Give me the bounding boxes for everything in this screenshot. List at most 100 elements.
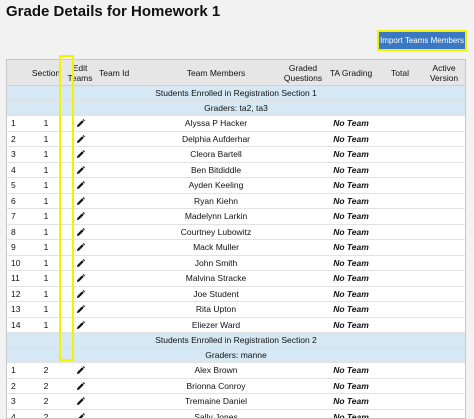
col-header-total[interactable]: Total	[377, 60, 423, 86]
active-version-cell	[423, 409, 465, 418]
pencil-icon[interactable]	[76, 304, 85, 314]
table-row: 14 1 Eliezer Ward No Team	[7, 317, 465, 333]
row-number: 5	[7, 177, 29, 194]
pencil-icon[interactable]	[76, 396, 85, 406]
pencil-icon[interactable]	[76, 289, 85, 299]
row-section: 1	[29, 224, 63, 240]
active-version-cell	[423, 393, 465, 410]
row-section: 1	[29, 301, 63, 318]
row-number: 14	[7, 317, 29, 333]
pencil-icon[interactable]	[76, 165, 85, 175]
pencil-icon[interactable]	[76, 196, 85, 206]
active-version-cell	[423, 239, 465, 256]
edit-team-button[interactable]	[63, 177, 97, 194]
graders-label: Graders: ta2, ta3	[7, 100, 465, 116]
graded-questions-cell	[281, 177, 325, 194]
edit-team-button[interactable]	[63, 317, 97, 333]
graded-questions-cell	[281, 162, 325, 178]
edit-team-button[interactable]	[63, 270, 97, 287]
edit-team-button[interactable]	[63, 378, 97, 394]
graded-questions-cell	[281, 270, 325, 287]
team-member-name: Ayden Keeling	[151, 177, 281, 194]
pencil-icon[interactable]	[76, 180, 85, 190]
col-header-active-version[interactable]: Active Version	[423, 60, 465, 86]
edit-team-button[interactable]	[63, 301, 97, 318]
row-section: 1	[29, 208, 63, 225]
col-header-ta-grading[interactable]: TA Grading	[325, 60, 377, 86]
team-id-cell	[97, 286, 151, 302]
edit-team-button[interactable]	[63, 146, 97, 163]
graders-row: Graders: ta2, ta3	[7, 100, 465, 116]
team-member-name: Alyssa P Hacker	[151, 115, 281, 132]
active-version-cell	[423, 270, 465, 287]
pencil-icon[interactable]	[76, 149, 85, 159]
table-row: 9 1 Mack Muller No Team	[7, 239, 465, 256]
team-id-cell	[97, 224, 151, 240]
row-number: 1	[7, 115, 29, 132]
edit-team-button[interactable]	[63, 362, 97, 379]
pencil-icon[interactable]	[76, 227, 85, 237]
pencil-icon[interactable]	[76, 118, 85, 128]
active-version-cell	[423, 301, 465, 318]
graded-questions-cell	[281, 393, 325, 410]
team-member-name: Ben Bitdiddle	[151, 162, 281, 178]
col-header-section[interactable]: Section	[29, 60, 63, 86]
edit-team-button[interactable]	[63, 162, 97, 178]
pencil-icon[interactable]	[76, 381, 85, 391]
pencil-icon[interactable]	[76, 258, 85, 268]
active-version-cell	[423, 208, 465, 225]
edit-team-button[interactable]	[63, 393, 97, 410]
table-header-row: Section Edit Teams Team Id Team Members …	[7, 60, 465, 86]
table-row: 2 2 Brionna Conroy No Team	[7, 378, 465, 394]
total-cell	[377, 393, 423, 410]
ta-grading-cell: No Team	[325, 115, 377, 132]
pencil-icon[interactable]	[76, 211, 85, 221]
table-row: 5 1 Ayden Keeling No Team	[7, 177, 465, 194]
edit-team-button[interactable]	[63, 255, 97, 271]
col-header-team-id[interactable]: Team Id	[97, 60, 151, 86]
import-team-members-button[interactable]: Import Teams Members	[377, 30, 467, 51]
edit-team-button[interactable]	[63, 409, 97, 418]
row-number: 6	[7, 193, 29, 209]
row-section: 1	[29, 131, 63, 147]
pencil-icon[interactable]	[76, 365, 85, 375]
ta-grading-cell: No Team	[325, 208, 377, 225]
graded-questions-cell	[281, 286, 325, 302]
edit-team-button[interactable]	[63, 131, 97, 147]
col-header-graded-questions[interactable]: Graded Questions	[281, 60, 325, 86]
edit-team-button[interactable]	[63, 193, 97, 209]
table-row: 13 1 Rita Upton No Team	[7, 301, 465, 318]
team-id-cell	[97, 362, 151, 379]
edit-team-button[interactable]	[63, 286, 97, 302]
row-number: 12	[7, 286, 29, 302]
col-header-team-members[interactable]: Team Members	[151, 60, 281, 86]
graders-row: Graders: manne	[7, 347, 465, 363]
edit-team-button[interactable]	[63, 115, 97, 132]
pencil-icon[interactable]	[76, 134, 85, 144]
pencil-icon[interactable]	[76, 242, 85, 252]
total-cell	[377, 115, 423, 132]
ta-grading-cell: No Team	[325, 177, 377, 194]
team-id-cell	[97, 378, 151, 394]
ta-grading-cell: No Team	[325, 255, 377, 271]
ta-grading-cell: No Team	[325, 239, 377, 256]
edit-team-button[interactable]	[63, 208, 97, 225]
active-version-cell	[423, 378, 465, 394]
active-version-cell	[423, 115, 465, 132]
active-version-cell	[423, 224, 465, 240]
row-number: 9	[7, 239, 29, 256]
pencil-icon[interactable]	[76, 412, 85, 418]
team-member-name: Cleora Bartell	[151, 146, 281, 163]
total-cell	[377, 409, 423, 418]
col-header-edit-teams[interactable]: Edit Teams	[63, 60, 97, 86]
table-row: 7 1 Madelynn Larkin No Team	[7, 208, 465, 225]
row-section: 2	[29, 362, 63, 379]
ta-grading-cell: No Team	[325, 409, 377, 418]
edit-team-button[interactable]	[63, 224, 97, 240]
team-id-cell	[97, 208, 151, 225]
edit-team-button[interactable]	[63, 239, 97, 256]
total-cell	[377, 255, 423, 271]
pencil-icon[interactable]	[76, 320, 85, 330]
team-member-name: Joe Student	[151, 286, 281, 302]
pencil-icon[interactable]	[76, 273, 85, 283]
